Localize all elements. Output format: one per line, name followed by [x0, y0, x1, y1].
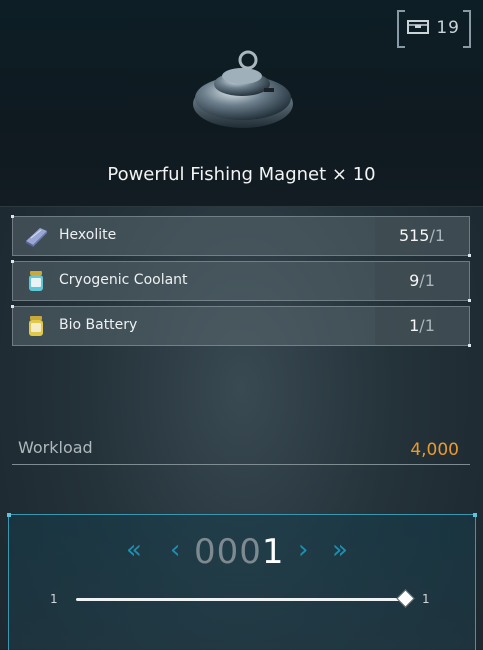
bracket-right — [463, 10, 471, 48]
material-have: 1 — [409, 316, 420, 335]
material-quantity: 1/1 — [375, 307, 469, 345]
quantity-slider-track[interactable] — [76, 598, 406, 601]
increase-max-button[interactable]: » — [332, 537, 348, 563]
slider-max-label: 1 — [422, 592, 430, 606]
workload-label: Workload — [18, 438, 93, 457]
item-title: Powerful Fishing Magnet × 10 — [0, 164, 483, 185]
item-quantity: × 10 — [331, 164, 376, 185]
material-row-bio-battery: Bio Battery 1/1 — [11, 305, 471, 347]
quantity-value: 1 — [261, 532, 285, 572]
corner-mark — [7, 513, 11, 517]
divider — [12, 464, 470, 465]
inventory-count: 19 — [436, 18, 460, 38]
quantity-leading-zeros: 000 — [194, 532, 262, 572]
slider-min-label: 1 — [50, 592, 58, 606]
fishing-magnet-icon — [193, 50, 293, 128]
increase-button[interactable]: › — [298, 537, 308, 563]
material-have: 515 — [398, 226, 430, 245]
material-row-cryogenic-coolant: Cryogenic Coolant 9/1 — [11, 260, 471, 302]
bracket-left — [397, 10, 405, 48]
material-name: Cryogenic Coolant — [59, 272, 188, 288]
quantity-display: 0001 — [194, 533, 285, 571]
material-need: 1 — [424, 316, 435, 335]
material-quantity: 515/1 — [375, 217, 469, 255]
cryogenic-coolant-icon — [29, 271, 43, 291]
item-header-panel: 19 Powerful Fishing Magnet × 10 — [0, 0, 483, 207]
corner-mark — [473, 513, 477, 517]
materials-list: Hexolite 515/1 Cryogenic Coolant 9/1 Bio… — [11, 215, 471, 351]
inventory-counter: 19 — [397, 10, 471, 48]
item-name: Powerful Fishing Magnet — [107, 164, 327, 185]
material-need: 1 — [424, 271, 435, 290]
inventory-box-icon — [407, 20, 429, 34]
decrease-max-button[interactable]: « — [126, 537, 142, 563]
material-name: Hexolite — [59, 227, 117, 243]
hexolite-ingot-icon — [26, 228, 47, 247]
material-have: 9 — [409, 271, 420, 290]
decrease-button[interactable]: ‹ — [170, 537, 180, 563]
bio-battery-icon — [29, 316, 43, 336]
material-name: Bio Battery — [59, 317, 138, 333]
material-need: 1 — [434, 226, 446, 245]
workload-value: 4,000 — [410, 440, 459, 460]
material-row-hexolite: Hexolite 515/1 — [11, 215, 471, 257]
material-quantity: 9/1 — [375, 262, 469, 300]
